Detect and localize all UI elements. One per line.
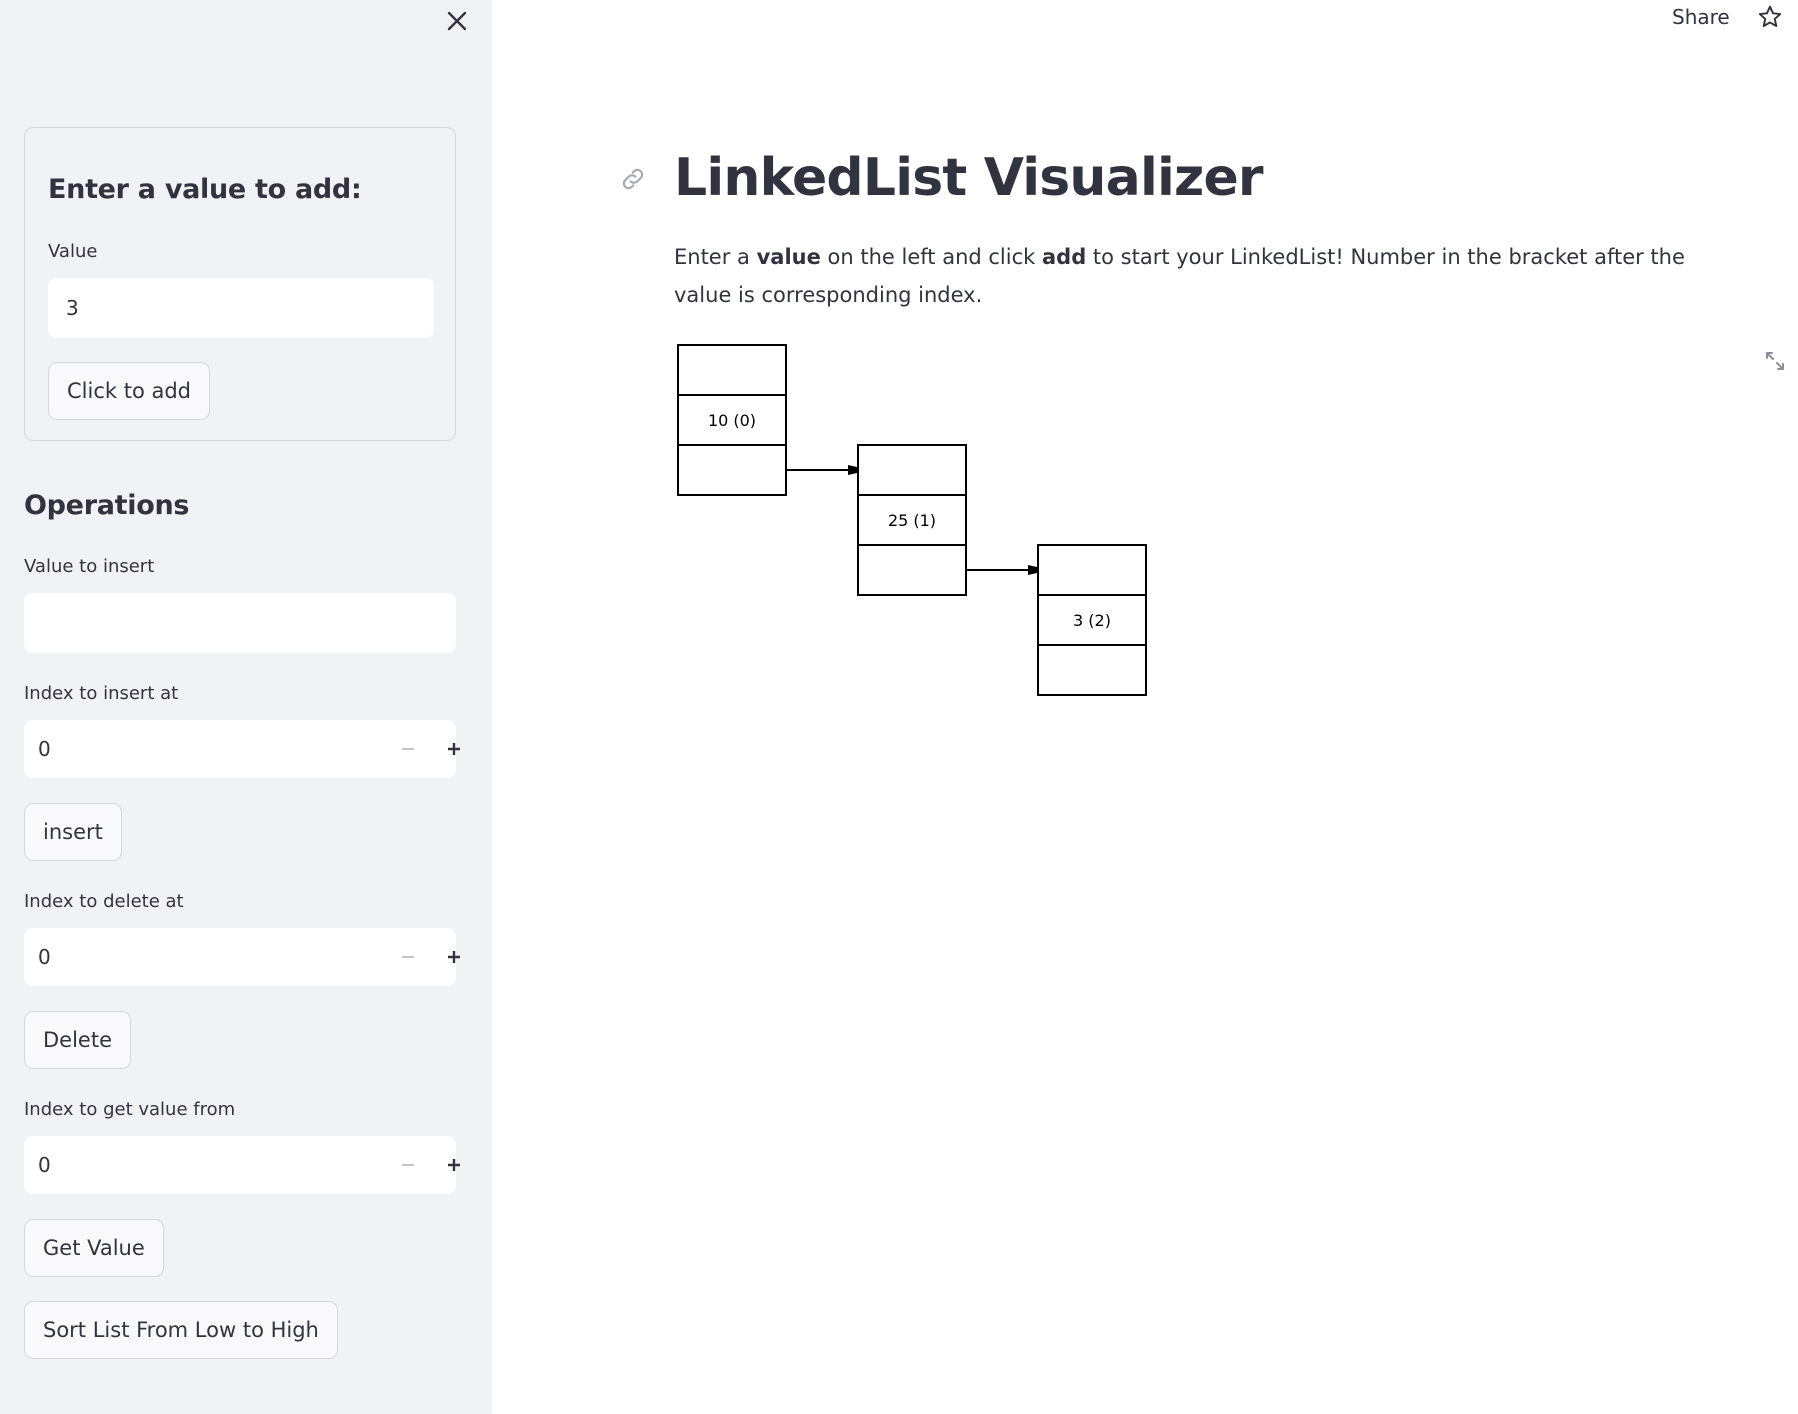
insert-index-decrement-button[interactable]	[386, 720, 430, 778]
node-top-cell	[1037, 544, 1147, 596]
plus-icon	[448, 951, 460, 963]
delete-index-increment-button[interactable]	[432, 928, 476, 986]
operations-heading: Operations	[24, 490, 190, 521]
node-top-cell	[677, 344, 787, 396]
delete-index-label: Index to delete at	[24, 891, 184, 912]
expand-icon	[1766, 352, 1784, 370]
plus-icon	[448, 1159, 460, 1171]
plus-icon	[448, 743, 460, 755]
delete-index-stepper[interactable]: 0	[24, 928, 460, 986]
get-value-button[interactable]: Get Value	[24, 1219, 164, 1277]
node-label: 10 (0)	[708, 411, 756, 430]
intro-text-part: on the left and click	[820, 245, 1042, 269]
insert-value-label: Value to insert	[24, 556, 155, 577]
insert-index-label: Index to insert at	[24, 683, 179, 704]
insert-index-stepper[interactable]: 0	[24, 720, 460, 778]
get-index-decrement-button[interactable]	[386, 1136, 430, 1194]
intro-bold-add: add	[1041, 245, 1087, 269]
node-pointer-cell	[677, 444, 787, 496]
get-index-label: Index to get value from	[24, 1099, 236, 1120]
value-label: Value	[48, 241, 98, 262]
delete-index-decrement-button[interactable]	[386, 928, 430, 986]
share-button[interactable]: Share	[1672, 2, 1730, 32]
minus-icon	[402, 748, 414, 750]
insert-index-increment-button[interactable]	[432, 720, 476, 778]
node-label: 3 (2)	[1073, 611, 1111, 630]
insert-value-input[interactable]	[24, 593, 456, 653]
sidebar: Enter a value to add: Value Click to add…	[0, 0, 492, 1414]
intro-bold-value: value	[756, 245, 821, 269]
list-node: 10 (0)	[677, 344, 787, 496]
node-pointer-cell	[1037, 644, 1147, 696]
intro-text-part: Enter a	[674, 245, 757, 269]
linked-list-diagram: 10 (0) 25 (1) 3 (2)	[677, 344, 1147, 696]
add-form-heading: Enter a value to add:	[48, 174, 362, 205]
page-title: LinkedList Visualizer	[674, 148, 1264, 208]
node-top-cell	[857, 444, 967, 496]
title-anchor-link[interactable]	[618, 164, 648, 194]
sort-list-button[interactable]: Sort List From Low to High	[24, 1301, 338, 1359]
minus-icon	[402, 1164, 414, 1166]
get-index-value[interactable]: 0	[38, 1136, 51, 1194]
close-sidebar-button[interactable]	[440, 4, 474, 38]
link-icon	[622, 168, 644, 190]
star-icon	[1758, 5, 1782, 27]
minus-icon	[402, 956, 414, 958]
insert-index-value[interactable]: 0	[38, 720, 51, 778]
fullscreen-button[interactable]	[1762, 348, 1788, 374]
add-value-form: Enter a value to add: Value Click to add	[24, 127, 456, 441]
intro-text: Enter a value on the left and click add …	[674, 238, 1734, 314]
delete-button[interactable]: Delete	[24, 1011, 131, 1069]
favorite-button[interactable]	[1752, 0, 1788, 34]
app: Enter a value to add: Value Click to add…	[0, 0, 1798, 1414]
click-to-add-button[interactable]: Click to add	[48, 362, 211, 420]
node-pointer-cell	[857, 544, 967, 596]
insert-button[interactable]: insert	[24, 803, 122, 861]
node-label: 25 (1)	[888, 511, 936, 530]
value-input[interactable]	[48, 278, 434, 338]
get-index-increment-button[interactable]	[432, 1136, 476, 1194]
close-icon	[447, 11, 467, 31]
delete-index-value[interactable]: 0	[38, 928, 51, 986]
list-node: 3 (2)	[1037, 544, 1147, 696]
get-index-stepper[interactable]: 0	[24, 1136, 460, 1194]
list-node: 25 (1)	[857, 444, 967, 596]
